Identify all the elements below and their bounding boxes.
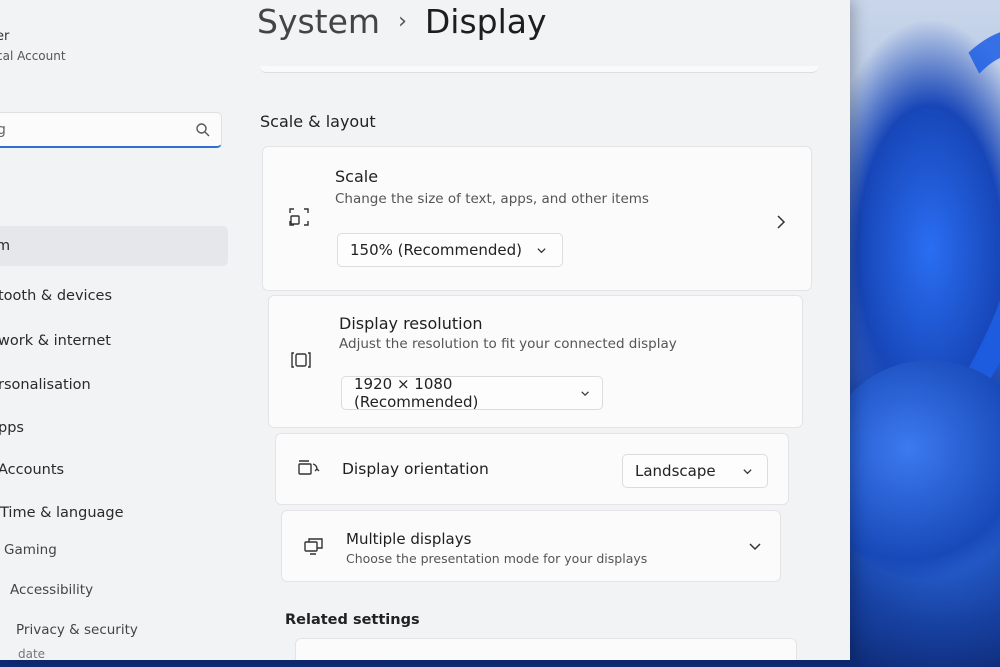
scale-title: Scale <box>335 167 379 186</box>
orientation-card: Display orientation Landscape <box>275 433 789 505</box>
multiple-displays-card[interactable]: Multiple displays Choose the presentatio… <box>281 510 781 582</box>
resolution-title: Display resolution <box>339 314 483 333</box>
sidebar-item-home[interactable]: e <box>0 180 226 220</box>
sidebar-item-apps[interactable]: pps <box>0 408 238 448</box>
sidebar-item-bluetooth[interactable]: tooth & devices <box>0 276 238 316</box>
sidebar-item-label: Gaming <box>4 542 57 558</box>
section-title: Scale & layout <box>260 112 376 131</box>
main-content: System › Display Scale & layout Scale Ch… <box>235 0 850 660</box>
breadcrumb-separator: › <box>398 9 407 34</box>
orientation-title: Display orientation <box>342 460 489 478</box>
page-title: Display <box>424 2 547 41</box>
sidebar-item-label: m <box>0 238 11 254</box>
search-input[interactable]: g <box>0 122 6 138</box>
resolution-card: Display resolution Adjust the resolution… <box>268 295 803 428</box>
sidebar-item-network[interactable]: work & internet <box>0 321 238 361</box>
chevron-down-icon <box>581 390 589 396</box>
sidebar: er cal Account g e m tooth & devices wor… <box>0 0 235 660</box>
resolution-subtitle: Adjust the resolution to fit your connec… <box>339 336 677 352</box>
sidebar-item-update[interactable]: date <box>18 642 258 660</box>
search-box[interactable]: g <box>0 112 222 148</box>
user-name: er <box>0 29 10 44</box>
chevron-down-icon <box>742 468 752 474</box>
user-account-type: cal Account <box>0 49 66 63</box>
sidebar-item-label: Accounts <box>0 462 65 478</box>
settings-window: er cal Account g e m tooth & devices wor… <box>0 0 850 660</box>
chevron-down-icon[interactable] <box>748 541 762 553</box>
multiple-displays-icon <box>304 538 323 555</box>
sidebar-item-gaming[interactable]: Gaming <box>4 530 244 570</box>
scale-value: 150% (Recommended) <box>350 241 522 259</box>
sidebar-item-label: rsonalisation <box>0 377 91 393</box>
sidebar-item-label: date <box>18 647 46 660</box>
scale-subtitle: Change the size of text, apps, and other… <box>335 191 649 207</box>
related-settings-title: Related settings <box>285 612 420 628</box>
search-icon[interactable] <box>195 122 211 138</box>
scale-card[interactable]: Scale Change the size of text, apps, and… <box>262 146 812 291</box>
breadcrumb: System › Display <box>257 2 547 41</box>
related-settings-card[interactable] <box>295 638 797 660</box>
sidebar-item-label: Accessibility <box>10 582 94 598</box>
preview-card-edge <box>260 66 818 73</box>
sidebar-item-label: Time & language <box>0 505 124 521</box>
sidebar-item-label: Privacy & security <box>16 622 138 638</box>
sidebar-item-personalisation[interactable]: rsonalisation <box>0 365 238 405</box>
orientation-icon <box>298 460 320 475</box>
sidebar-item-label: work & internet <box>0 333 111 349</box>
multiple-displays-subtitle: Choose the presentation mode for your di… <box>346 551 648 566</box>
chevron-right-icon[interactable] <box>775 215 787 229</box>
multiple-displays-title: Multiple displays <box>346 530 472 548</box>
sidebar-item-accessibility[interactable]: Accessibility <box>10 570 250 610</box>
sidebar-item-label: pps <box>0 420 24 436</box>
chevron-down-icon <box>537 247 546 253</box>
orientation-dropdown[interactable]: Landscape <box>622 454 768 488</box>
orientation-value: Landscape <box>635 462 716 480</box>
scale-icon <box>289 208 309 226</box>
scale-dropdown[interactable]: 150% (Recommended) <box>337 233 563 267</box>
sidebar-item-time-language[interactable]: Time & language <box>0 493 240 533</box>
resolution-value: 1920 × 1080 (Recommended) <box>354 375 479 411</box>
sidebar-item-accounts[interactable]: Accounts <box>0 450 238 490</box>
sidebar-item-system[interactable]: m <box>0 226 228 266</box>
resolution-dropdown[interactable]: 1920 × 1080 (Recommended) <box>341 375 603 411</box>
sidebar-item-label: tooth & devices <box>0 288 113 304</box>
breadcrumb-parent[interactable]: System <box>257 2 380 41</box>
resolution-icon <box>291 352 311 368</box>
